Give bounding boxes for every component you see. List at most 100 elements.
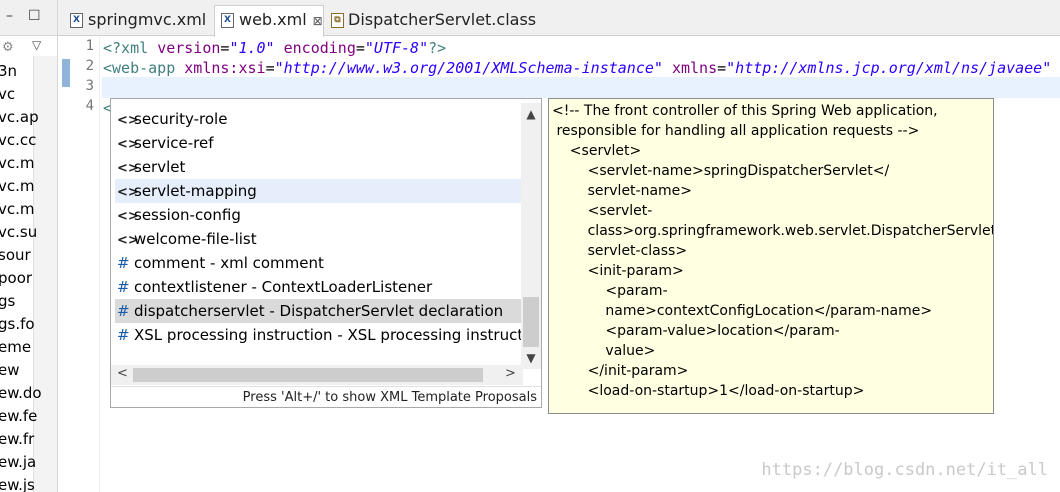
scroll-thumb[interactable]	[523, 297, 539, 347]
proposal-item[interactable]: # dispatcherservlet - DispatcherServlet d…	[115, 299, 521, 323]
explorer-item[interactable]: vc.m	[0, 152, 42, 175]
proposal-item[interactable]: <>session-config	[115, 203, 521, 227]
code-line-2[interactable]: <web-app xmlns:xsi="http://www.w3.org/20…	[103, 58, 1060, 78]
explorer-item[interactable]: vc.su	[0, 221, 42, 244]
proposal-label: servlet-mapping	[134, 182, 257, 200]
element-icon: <>	[117, 233, 139, 248]
proposal-item[interactable]: <>welcome-file-list	[115, 227, 521, 251]
explorer-item[interactable]: vc.ap	[0, 106, 42, 129]
template-icon: #	[117, 278, 130, 296]
view-menu-icon[interactable]: ▽	[32, 38, 41, 52]
package-explorer: – ☐ ⚙ ▽ 3nvcvc.apvc.ccvc.mvc.mvc.mvc.sus…	[0, 0, 58, 492]
proposal-label: comment - xml comment	[134, 254, 324, 272]
proposal-documentation: <!-- The front controller of this Spring…	[548, 98, 994, 414]
proposal-item[interactable]: <>security-role	[115, 107, 521, 131]
tab-dispatcherservlet-class[interactable]: ⧉ DispatcherServlet.class	[326, 6, 536, 36]
code-line-1[interactable]: <?xml version="1.0" encoding="UTF-8"?>	[103, 38, 446, 58]
proposal-label: session-config	[134, 206, 241, 224]
documentation-text: <!-- The front controller of this Spring…	[552, 103, 994, 414]
proposal-label: welcome-file-list	[134, 230, 257, 248]
explorer-item[interactable]: eme	[0, 336, 42, 359]
scroll-up-icon[interactable]: ▲	[521, 107, 541, 121]
proposal-label: service-ref	[134, 134, 214, 152]
change-marker	[62, 59, 70, 87]
editor-tab-bar: X springmvc.xml X web.xml ⊠ ⧉ DispatcherS…	[58, 0, 1060, 37]
element-icon: <>	[117, 161, 139, 176]
xml-declaration: <?xml	[103, 39, 149, 57]
xml-declaration-end: ?>	[428, 39, 447, 57]
explorer-item[interactable]: gs.fo	[0, 313, 42, 336]
proposal-horizontal-scrollbar[interactable]: < >	[111, 365, 523, 385]
explorer-item[interactable]: ew.js	[0, 474, 42, 492]
proposal-vertical-scrollbar[interactable]: ▲ ▼	[521, 103, 541, 369]
current-line-highlight	[102, 77, 1060, 98]
element-icon: <>	[117, 113, 139, 128]
attr-value: "1.0"	[229, 39, 275, 57]
explorer-item[interactable]: ew	[0, 359, 42, 382]
attr-name: encoding	[283, 39, 356, 57]
template-icon: #	[117, 302, 130, 320]
explorer-tree: 3nvcvc.apvc.ccvc.mvc.mvc.mvc.susourpoorg…	[0, 60, 42, 492]
scroll-left-icon[interactable]: <	[117, 366, 128, 381]
attr-name-truncated: x	[1051, 59, 1060, 77]
attr-name: xmlns	[671, 59, 718, 77]
explorer-item[interactable]: ew.ja	[0, 451, 42, 474]
proposal-item[interactable]: # contextlistener - ContextLoaderListener	[115, 275, 521, 299]
proposal-label: dispatcherservlet - DispatcherServlet de…	[134, 302, 504, 320]
attr-value: "http://www.w3.org/2001/XMLSchema-instan…	[274, 59, 663, 77]
proposal-label: security-role	[134, 110, 228, 128]
explorer-toolbar: – ☐	[0, 0, 57, 36]
explorer-item[interactable]: sour	[0, 244, 42, 267]
proposal-item[interactable]: <>servlet	[115, 155, 521, 179]
attr-name: version	[157, 39, 221, 57]
explorer-item[interactable]: vc	[0, 83, 42, 106]
proposal-list[interactable]: <>security-role <>service-ref <>servlet <>s…	[115, 107, 521, 347]
element-icon: <>	[117, 209, 139, 224]
proposal-item[interactable]: # XSL processing instruction - XSL proces…	[115, 323, 521, 347]
class-file-icon: ⧉	[331, 13, 344, 28]
proposal-item[interactable]: <>service-ref	[115, 131, 521, 155]
proposal-item[interactable]: <>servlet-mapping	[115, 179, 521, 203]
watermark: https://blog.csdn.net/it_all	[761, 460, 1048, 480]
tab-label: springmvc.xml	[88, 10, 207, 29]
scroll-down-icon[interactable]: ▼	[521, 351, 541, 365]
line-number-ruler: 1 2 3 4	[58, 37, 100, 492]
content-assist-popup[interactable]: <>security-role <>service-ref <>servlet <>s…	[110, 98, 542, 408]
filter-icon[interactable]: ⚙	[2, 40, 14, 55]
element-icon: <>	[117, 137, 139, 152]
proposal-label: servlet	[134, 158, 186, 176]
explorer-item[interactable]: vc.m	[0, 198, 42, 221]
xml-file-icon: X	[70, 13, 83, 28]
close-icon[interactable]: ⊠	[313, 14, 323, 28]
maximize-icon[interactable]: ☐	[28, 8, 41, 24]
scroll-thumb[interactable]	[133, 368, 483, 382]
attr-value: "http://xmlns.jcp.org/xml/ns/javaee"	[726, 59, 1052, 77]
line-number: 1	[85, 38, 94, 54]
explorer-item[interactable]: 3n	[0, 60, 42, 83]
attr-value: "UTF-8"	[364, 39, 429, 57]
template-icon: #	[117, 254, 130, 272]
minimize-icon[interactable]: –	[6, 8, 13, 24]
line-number: 2	[85, 58, 94, 74]
explorer-item[interactable]: ew.fe	[0, 405, 42, 428]
explorer-item[interactable]: ew.fr	[0, 428, 42, 451]
tab-label: DispatcherServlet.class	[348, 10, 537, 29]
explorer-item[interactable]: gs	[0, 290, 42, 313]
element-icon: <>	[117, 185, 139, 200]
template-icon: #	[117, 326, 130, 344]
tab-label: web.xml	[239, 10, 307, 29]
proposal-item[interactable]: # comment - xml comment	[115, 251, 521, 275]
line-number: 4	[85, 98, 94, 114]
attr-name: xmlns:xsi	[184, 59, 266, 77]
proposal-label: XSL processing instruction - XSL process…	[134, 326, 521, 344]
explorer-item[interactable]: vc.cc	[0, 129, 42, 152]
explorer-item[interactable]: vc.m	[0, 175, 42, 198]
tab-springmvc-xml[interactable]: X springmvc.xml	[64, 6, 212, 36]
scroll-right-icon[interactable]: >	[505, 366, 516, 381]
explorer-item[interactable]: poor	[0, 267, 42, 290]
tab-web-xml[interactable]: X web.xml ⊠	[214, 5, 324, 37]
tag-open: <web-app	[103, 59, 176, 77]
line-number: 3	[85, 78, 94, 94]
proposal-footer-hint: Press 'Alt+/' to show XML Template Propo…	[111, 386, 541, 408]
explorer-item[interactable]: ew.do	[0, 382, 42, 405]
